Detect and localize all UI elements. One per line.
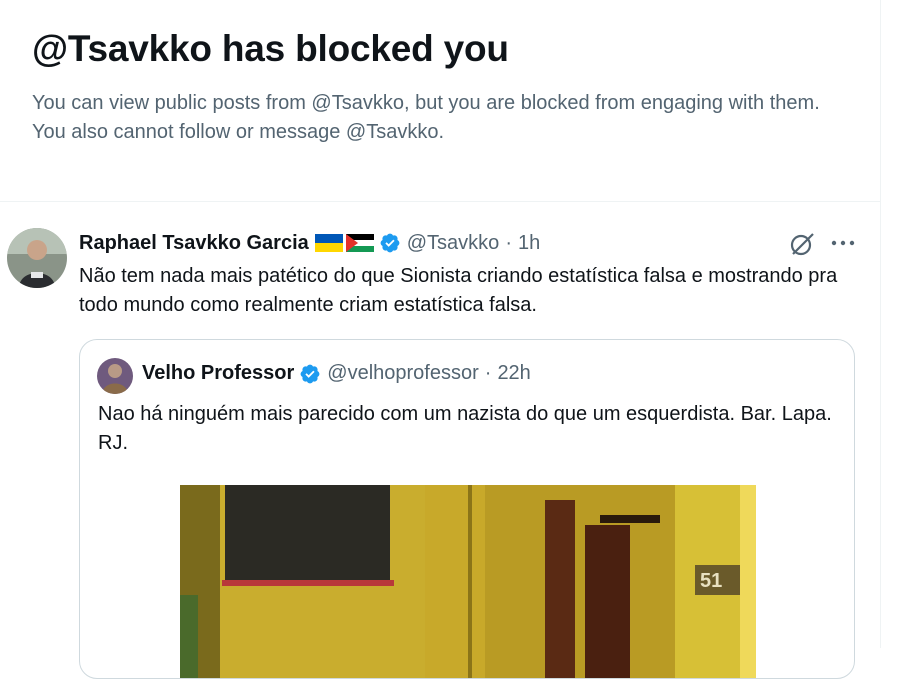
ukraine-flag-icon — [314, 234, 343, 252]
column-border — [880, 0, 881, 648]
quote-media-image[interactable]: 51 — [180, 485, 756, 678]
quote-header: Velho Professor @velhoprofessor · 22h — [142, 362, 531, 385]
post-time[interactable]: 1h — [518, 232, 540, 255]
divider — [0, 201, 880, 202]
author-avatar[interactable] — [7, 228, 67, 288]
verified-badge-icon — [299, 363, 321, 385]
quote-time[interactable]: 22h — [497, 362, 530, 385]
verified-badge-icon — [379, 232, 401, 254]
author-handle[interactable]: @Tsavkko — [407, 232, 500, 255]
post-text: Não tem nada mais patético do que Sionis… — [79, 265, 838, 316]
grok-icon[interactable] — [789, 231, 815, 257]
blocked-title: @Tsavkko has blocked you — [32, 28, 509, 69]
quote-author-handle[interactable]: @velhoprofessor — [327, 362, 478, 385]
post-header: Raphael Tsavkko Garcia @Tsavkko · 1h — [79, 229, 540, 257]
separator-dot: · — [484, 362, 492, 384]
quote-author-name[interactable]: Velho Professor — [142, 362, 294, 385]
author-name[interactable]: Raphael Tsavkko Garcia — [79, 232, 309, 255]
more-icon[interactable] — [830, 232, 856, 254]
svg-text:51: 51 — [700, 570, 722, 592]
blocked-description: You can view public posts from @Tsavkko,… — [32, 92, 820, 143]
palestine-flag-icon — [345, 234, 374, 252]
quote-author-avatar[interactable] — [97, 358, 133, 394]
quoted-post[interactable]: Velho Professor @velhoprofessor · 22h Na… — [79, 339, 855, 679]
flags — [314, 234, 374, 252]
quote-text: Nao há ninguém mais parecido com um nazi… — [98, 403, 832, 454]
separator-dot: · — [505, 231, 512, 254]
